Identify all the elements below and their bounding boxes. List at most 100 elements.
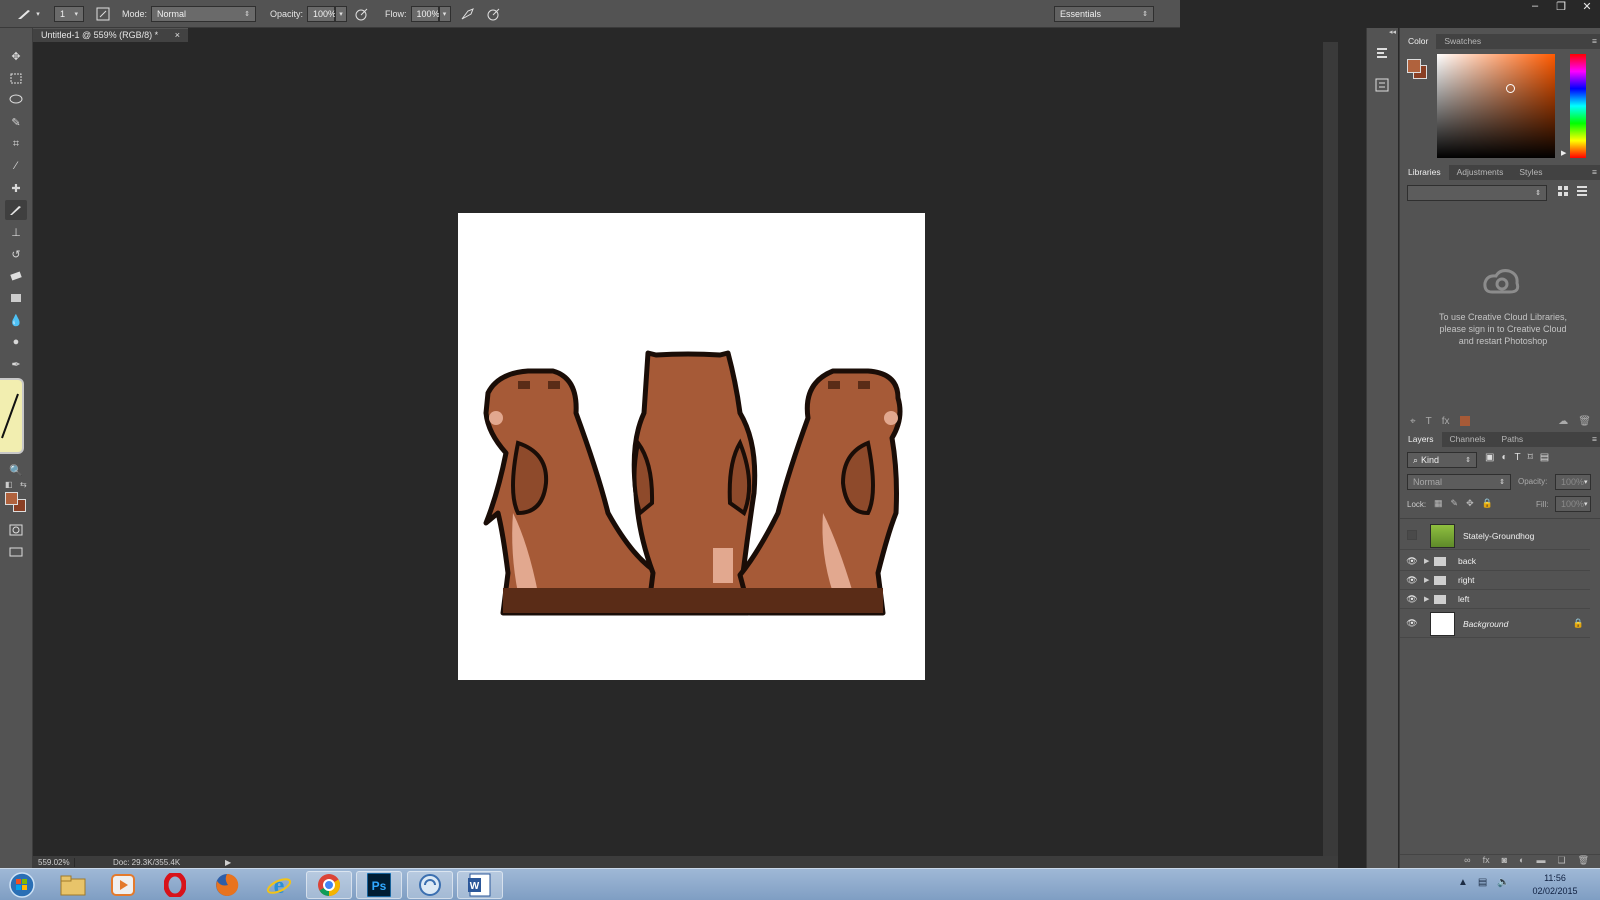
lock-transparency-icon[interactable]: ▦: [1434, 498, 1443, 509]
brush-tool-icon[interactable]: [5, 200, 27, 220]
panel-menu-icon[interactable]: ≡: [1588, 34, 1600, 49]
cloud-sync-icon[interactable]: ☁: [1558, 416, 1568, 427]
word-icon[interactable]: W: [457, 871, 503, 899]
eye-icon[interactable]: 👁: [1400, 618, 1424, 629]
list-view-icon[interactable]: [1576, 185, 1588, 200]
hue-slider-marker[interactable]: ▶: [1561, 149, 1566, 157]
add-style-icon[interactable]: fx: [1442, 416, 1450, 427]
minimize-icon[interactable]: –: [1522, 0, 1548, 16]
eyedropper-tool-icon[interactable]: ⁄: [5, 156, 27, 176]
layer-style-icon[interactable]: fx: [1483, 855, 1490, 868]
brush-tool-preset-icon[interactable]: [16, 5, 34, 23]
default-colors-icon[interactable]: ◧: [5, 480, 13, 489]
document-tab[interactable]: Untitled-1 @ 559% (RGB/8) * ×: [33, 28, 188, 42]
blend-mode-select[interactable]: Normal ⇕: [1407, 474, 1511, 490]
dodge-tool-icon[interactable]: ●: [5, 332, 27, 352]
start-orb-icon[interactable]: [0, 871, 44, 899]
flow-slider-toggle[interactable]: ▾: [438, 5, 451, 22]
collapse-arrows-icon[interactable]: ◂◂: [1389, 28, 1396, 36]
grid-view-icon[interactable]: [1557, 185, 1569, 200]
workspace-select[interactable]: Essentials ⇕: [1054, 5, 1154, 22]
fill-field[interactable]: 100% ▾: [1555, 496, 1591, 512]
pressure-opacity-icon[interactable]: [353, 5, 371, 23]
shape-filter-icon[interactable]: ⌑: [1528, 452, 1533, 463]
layer-row[interactable]: 👁 Background 🔒: [1400, 610, 1590, 638]
status-menu-arrow-icon[interactable]: ▶: [225, 858, 231, 867]
close-icon[interactable]: ✕: [1574, 0, 1600, 16]
tab-color[interactable]: Color: [1400, 34, 1437, 49]
eye-icon[interactable]: 👁: [1400, 556, 1424, 567]
opacity-slider-toggle[interactable]: ▾: [335, 5, 348, 22]
gradient-tool-icon[interactable]: [5, 288, 27, 308]
chrome-icon[interactable]: [306, 871, 352, 899]
document-canvas[interactable]: [458, 213, 925, 680]
hue-slider[interactable]: [1570, 54, 1586, 158]
panel-menu-icon[interactable]: ≡: [1588, 432, 1600, 447]
brush-panel-toggle-icon[interactable]: [94, 5, 112, 23]
history-panel-icon[interactable]: [1375, 46, 1389, 63]
eye-icon[interactable]: 👁: [1400, 575, 1424, 586]
firefox-icon[interactable]: [204, 871, 250, 899]
adjustment-layer-icon[interactable]: ◐: [1519, 855, 1524, 868]
opera-icon[interactable]: [152, 871, 198, 899]
mode-select[interactable]: Normal ⇕: [151, 5, 257, 22]
group-expand-icon[interactable]: ▶: [1424, 595, 1434, 603]
clone-stamp-tool-icon[interactable]: ⊥: [5, 222, 27, 242]
tray-expand-icon[interactable]: ▲: [1458, 877, 1468, 888]
add-graphic-icon[interactable]: ⌖: [1410, 416, 1416, 427]
tab-channels[interactable]: Channels: [1442, 432, 1494, 447]
group-expand-icon[interactable]: ▶: [1424, 576, 1434, 584]
eye-icon[interactable]: 👁: [1400, 594, 1424, 605]
lock-position-icon[interactable]: ✥: [1466, 498, 1474, 509]
healing-brush-tool-icon[interactable]: ✚: [5, 178, 27, 198]
zoom-tool-icon[interactable]: 🔍: [5, 460, 27, 480]
pressure-size-icon[interactable]: [485, 5, 503, 23]
library-delete-icon[interactable]: 🗑: [1578, 416, 1591, 427]
panel-menu-icon[interactable]: ≡: [1588, 165, 1600, 180]
foreground-color-swatch[interactable]: [5, 492, 18, 505]
vertical-scrollbar[interactable]: [1323, 42, 1338, 856]
link-layers-icon[interactable]: ∞: [1464, 855, 1470, 868]
layer-row[interactable]: Stately-Groundhog: [1400, 522, 1590, 550]
tab-swatches[interactable]: Swatches: [1436, 34, 1489, 49]
new-group-icon[interactable]: ▬: [1536, 855, 1545, 868]
pen-tool-icon[interactable]: ✒: [5, 354, 27, 374]
file-explorer-icon[interactable]: [50, 871, 96, 899]
tab-styles[interactable]: Styles: [1511, 165, 1550, 180]
properties-panel-icon[interactable]: [1375, 78, 1389, 95]
library-select[interactable]: ⇕: [1407, 185, 1547, 201]
lock-all-icon[interactable]: 🔒: [1482, 498, 1493, 509]
visibility-toggle-off[interactable]: [1400, 529, 1424, 542]
color-picker-field[interactable]: [1437, 54, 1555, 158]
quick-mask-icon[interactable]: [5, 520, 27, 540]
crop-tool-icon[interactable]: ⌗: [5, 134, 27, 154]
restore-icon[interactable]: ❐: [1548, 0, 1574, 16]
flow-field[interactable]: 100%: [410, 5, 440, 22]
tab-libraries[interactable]: Libraries: [1400, 165, 1449, 180]
tab-paths[interactable]: Paths: [1493, 432, 1531, 447]
group-expand-icon[interactable]: ▶: [1424, 557, 1434, 565]
adjustment-filter-icon[interactable]: ◐: [1501, 452, 1507, 463]
media-player-icon[interactable]: [100, 871, 146, 899]
marquee-tool-icon[interactable]: [5, 68, 27, 88]
swap-colors-icon[interactable]: ⇆: [20, 480, 27, 489]
layer-filter-select[interactable]: ⌕ Kind ⇕: [1407, 452, 1477, 468]
sync-icon[interactable]: [407, 871, 453, 899]
delete-layer-icon[interactable]: 🗑: [1578, 855, 1589, 868]
chevron-down-icon[interactable]: ▾: [34, 5, 42, 23]
history-brush-tool-icon[interactable]: ↺: [5, 244, 27, 264]
add-mask-icon[interactable]: ◙: [1502, 855, 1507, 868]
brush-size-picker[interactable]: 1 ▾: [54, 5, 84, 22]
lasso-tool-icon[interactable]: [5, 90, 27, 110]
panel-foreground-swatch[interactable]: [1407, 59, 1421, 73]
zoom-level[interactable]: 559.02%: [33, 857, 75, 867]
type-filter-icon[interactable]: T: [1515, 452, 1521, 463]
layer-opacity-field[interactable]: 100% ▾: [1555, 474, 1591, 490]
clock[interactable]: 11:56 02/02/2015: [1520, 872, 1590, 898]
photoshop-icon[interactable]: Ps: [356, 871, 402, 899]
pixel-filter-icon[interactable]: ▣: [1485, 452, 1494, 463]
add-color-icon[interactable]: [1459, 416, 1470, 426]
tab-layers[interactable]: Layers: [1400, 432, 1442, 447]
document-close-icon[interactable]: ×: [175, 30, 180, 41]
network-icon[interactable]: ▤: [1478, 877, 1487, 888]
